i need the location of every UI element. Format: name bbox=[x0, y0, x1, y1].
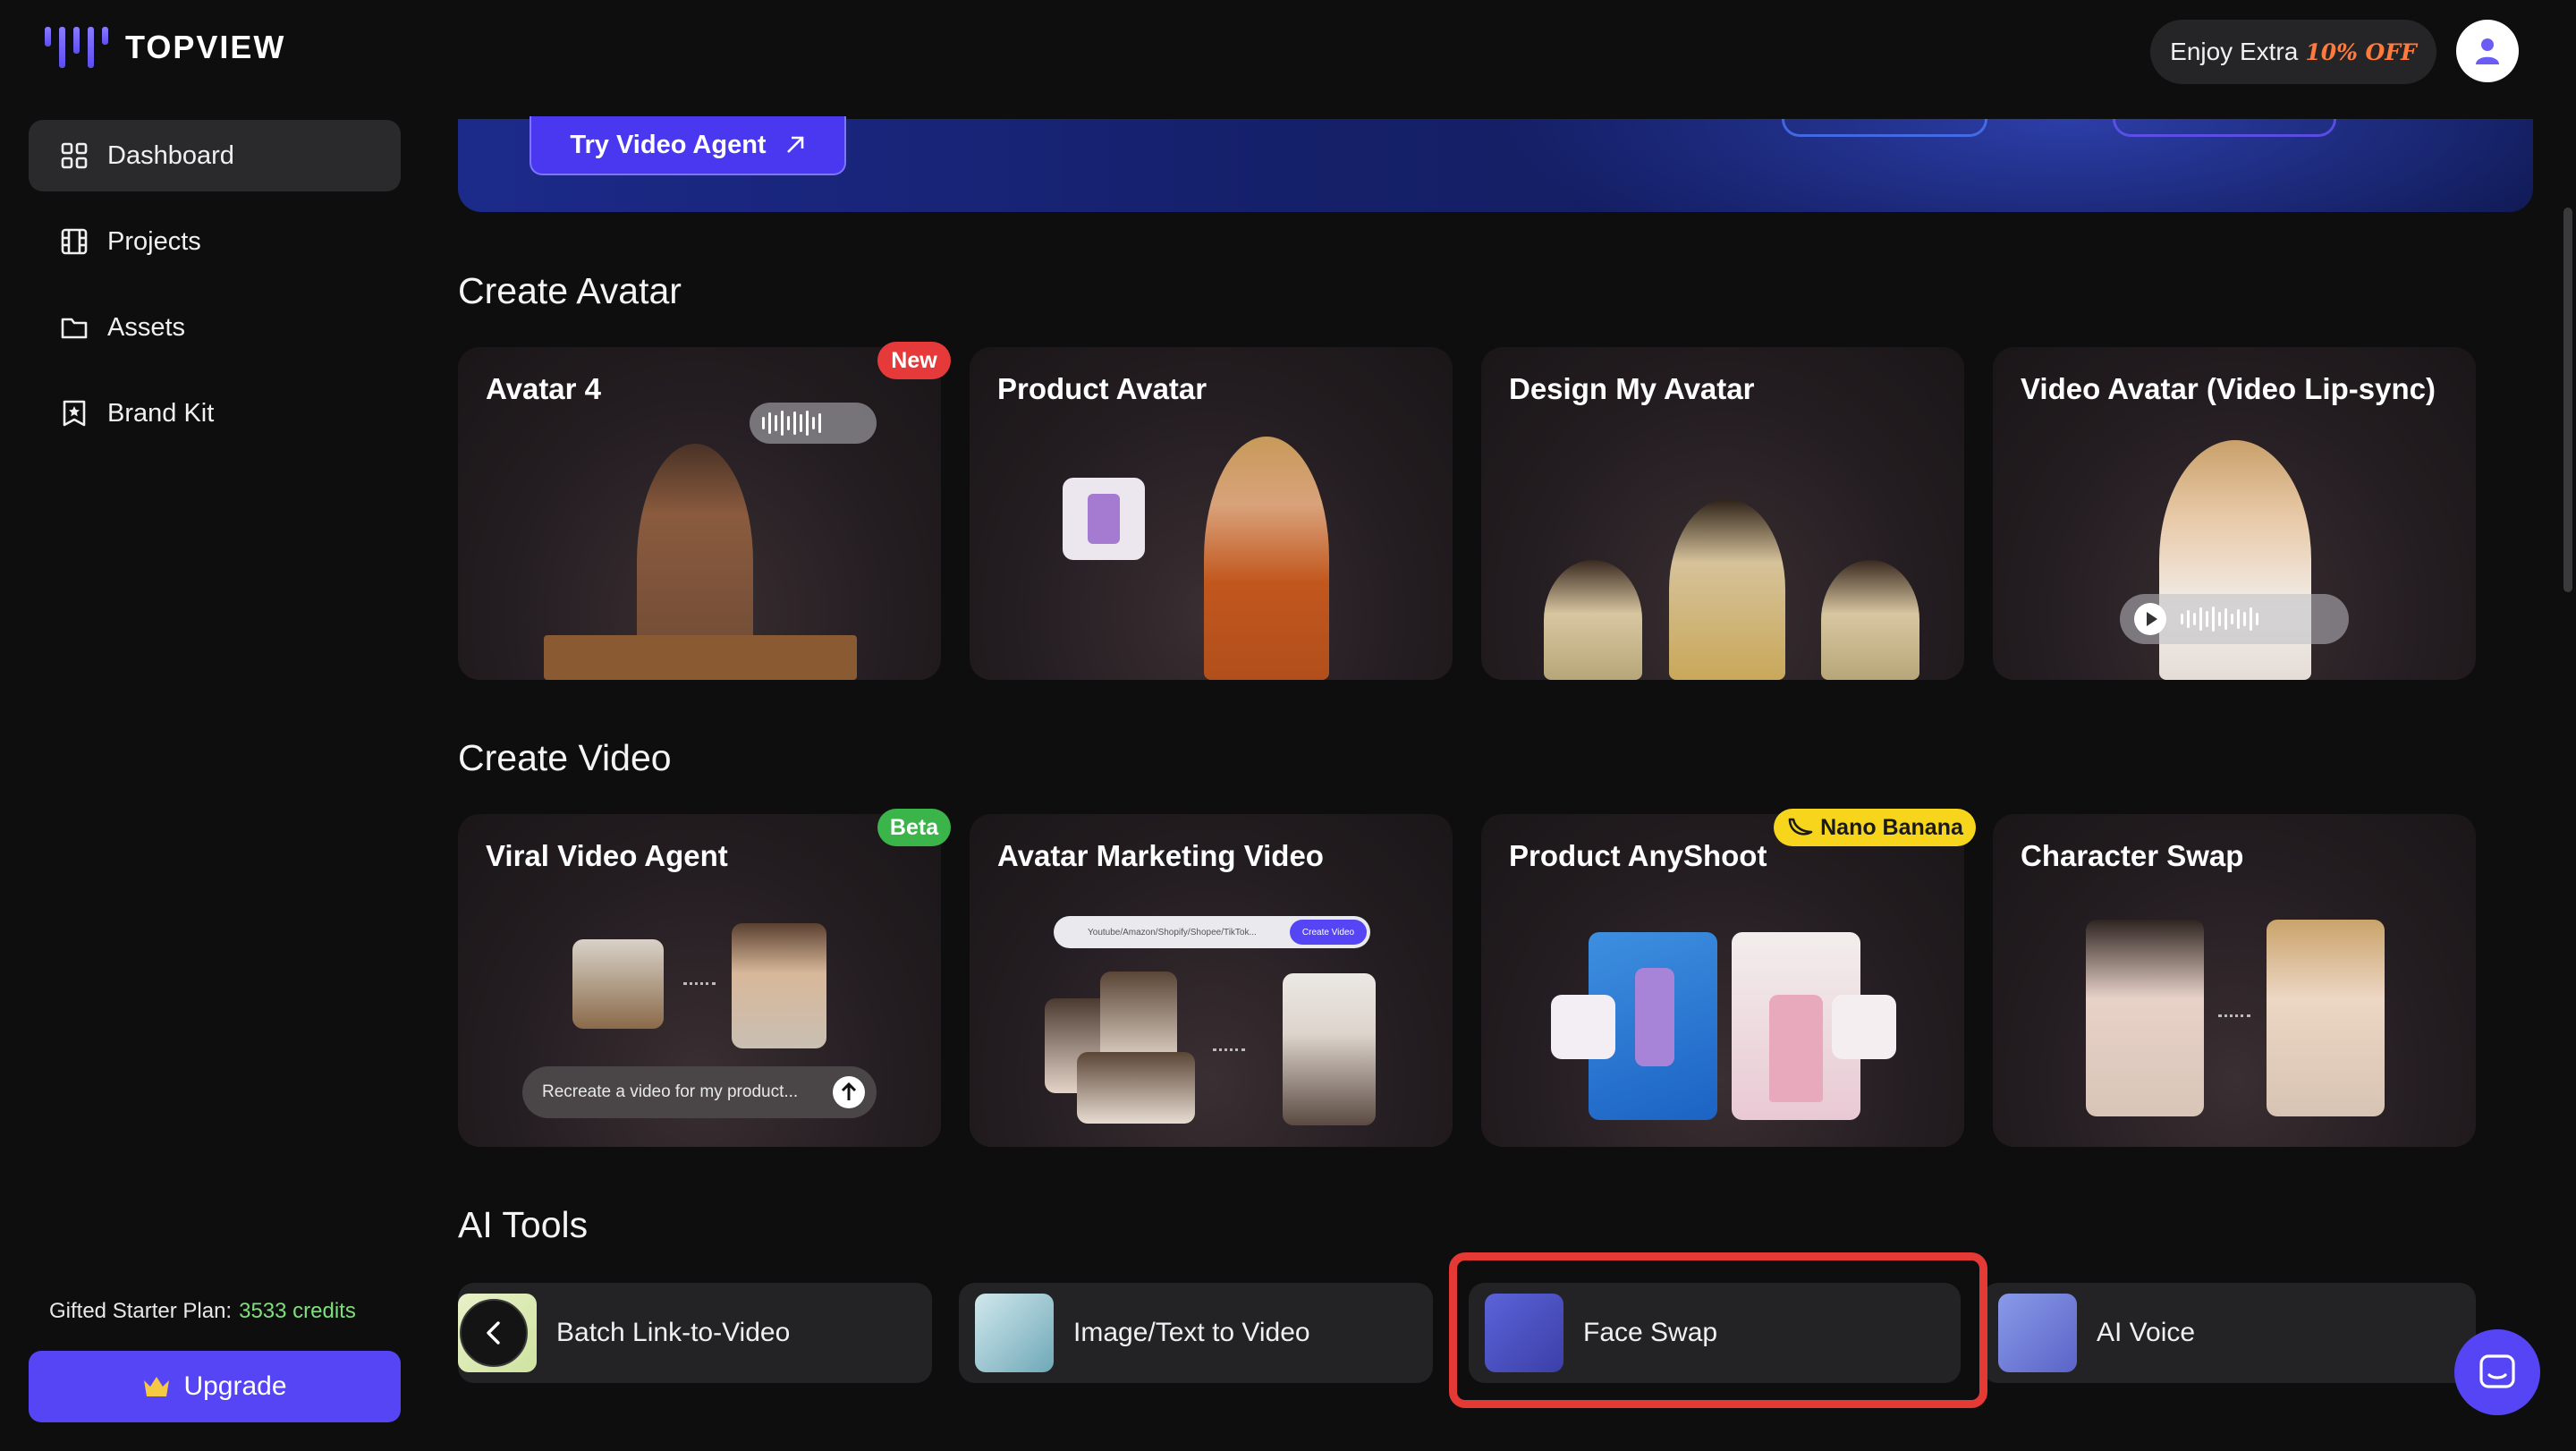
nano-banana-badge: Nano Banana bbox=[1774, 809, 1976, 846]
card-title: Avatar Marketing Video bbox=[997, 839, 1324, 872]
star-badge-icon bbox=[59, 398, 89, 429]
card-title: Product AnyShoot bbox=[1509, 839, 1767, 872]
tool-label: Image/Text to Video bbox=[1073, 1318, 1310, 1347]
folder-icon bbox=[59, 312, 89, 343]
prompt-text: Recreate a video for my product... bbox=[542, 1082, 799, 1101]
support-chat-button[interactable] bbox=[2454, 1329, 2540, 1415]
sidebar-item-label: Dashboard bbox=[107, 140, 234, 170]
card-title: Character Swap bbox=[2021, 839, 2244, 872]
product-thumbnail bbox=[1551, 995, 1615, 1059]
promo-prefix: Enjoy Extra bbox=[2170, 38, 2299, 65]
create-avatar-heading: Create Avatar bbox=[458, 270, 682, 311]
carousel-back-button[interactable] bbox=[460, 1299, 528, 1367]
sidebar-item-assets[interactable]: Assets bbox=[29, 292, 401, 363]
promo-highlight: 10% OFF bbox=[2305, 38, 2417, 65]
sidebar-item-dashboard[interactable]: Dashboard bbox=[29, 120, 401, 191]
tool-label: Batch Link-to-Video bbox=[556, 1318, 791, 1347]
chat-icon bbox=[2479, 1354, 2515, 1388]
connector-dots bbox=[1213, 1048, 1245, 1051]
create-video-chip: Create Video bbox=[1290, 920, 1367, 945]
plan-info: Gifted Starter Plan: 3533 credits bbox=[49, 1299, 356, 1324]
sidebar-item-brand-kit[interactable]: Brand Kit bbox=[29, 378, 401, 449]
avatar-preview-image bbox=[1544, 560, 1642, 680]
film-icon bbox=[59, 226, 89, 257]
source-video-thumbnail bbox=[572, 939, 664, 1029]
avatar-preview-image bbox=[1669, 499, 1785, 680]
new-badge: New bbox=[877, 342, 951, 379]
marketing-video-thumbnail bbox=[1283, 973, 1376, 1125]
card-avatar-4[interactable]: Avatar 4 bbox=[458, 347, 941, 680]
sidebar-item-label: Brand Kit bbox=[107, 398, 215, 428]
card-video-avatar-lip-sync[interactable]: Video Avatar (Video Lip-sync) bbox=[1993, 347, 2476, 680]
ai-voice-thumbnail bbox=[1998, 1294, 2077, 1372]
original-character-image bbox=[2086, 920, 2204, 1116]
banana-icon bbox=[1788, 818, 1813, 836]
card-title: Product Avatar bbox=[997, 372, 1208, 405]
create-video-heading: Create Video bbox=[458, 737, 672, 778]
prompt-input-preview: Recreate a video for my product... bbox=[522, 1066, 877, 1118]
sidebar-item-label: Projects bbox=[107, 226, 201, 256]
chevron-left-icon bbox=[487, 1321, 500, 1345]
url-text: Youtube/Amazon/Shopify/Shopee/TikTok... bbox=[1088, 927, 1257, 938]
card-title: Avatar 4 bbox=[486, 372, 602, 405]
upgrade-button[interactable]: Upgrade bbox=[29, 1351, 401, 1422]
connector-dots bbox=[2218, 1014, 2250, 1017]
page-scrollbar[interactable] bbox=[2563, 208, 2572, 592]
card-character-swap[interactable]: Character Swap bbox=[1993, 814, 2476, 1147]
card-design-my-avatar[interactable]: Design My Avatar bbox=[1481, 347, 1964, 680]
try-video-agent-label: Try Video Agent bbox=[570, 130, 767, 159]
user-avatar-button[interactable] bbox=[2456, 20, 2519, 82]
voice-wave-pill bbox=[750, 403, 877, 444]
tool-ai-voice[interactable]: AI Voice bbox=[1982, 1283, 2476, 1383]
card-title: Video Avatar (Video Lip-sync) bbox=[2021, 372, 2436, 405]
play-icon bbox=[2134, 603, 2166, 635]
product-thumbnail bbox=[1063, 478, 1145, 560]
hero-decoration bbox=[1782, 119, 1987, 137]
card-viral-video-agent[interactable]: Viral Video Agent Recreate a video for m… bbox=[458, 814, 941, 1147]
grid-icon bbox=[59, 140, 89, 171]
user-icon bbox=[2476, 38, 2499, 64]
plan-label: Gifted Starter Plan: bbox=[49, 1299, 233, 1323]
tool-batch-link-to-video[interactable]: Batch Link-to-Video bbox=[458, 1283, 932, 1383]
avatar-thumbnail bbox=[1077, 1052, 1195, 1124]
upgrade-label: Upgrade bbox=[183, 1371, 287, 1401]
topview-logo[interactable]: TOPVIEW bbox=[45, 27, 285, 68]
logo-text: TOPVIEW bbox=[125, 29, 286, 65]
product-thumbnail bbox=[1832, 995, 1896, 1059]
face-swap-highlight-box bbox=[1449, 1252, 1987, 1408]
card-product-anyshoot[interactable]: Product AnyShoot bbox=[1481, 814, 1964, 1147]
try-video-agent-button[interactable]: Try Video Agent bbox=[530, 116, 846, 175]
image-text-thumbnail bbox=[975, 1294, 1054, 1372]
card-avatar-marketing-video[interactable]: Avatar Marketing Video Youtube/Amazon/Sh… bbox=[970, 814, 1453, 1147]
voice-wave-pill bbox=[2120, 594, 2349, 644]
crown-icon bbox=[144, 1377, 170, 1396]
ai-tools-heading: AI Tools bbox=[458, 1204, 589, 1245]
beta-badge: Beta bbox=[877, 809, 951, 846]
promo-discount-button[interactable]: Enjoy Extra 10% OFF bbox=[2150, 20, 2436, 84]
arrow-up-right-icon bbox=[786, 136, 803, 153]
logo-mark-icon bbox=[45, 27, 109, 68]
swapped-character-image bbox=[2267, 920, 2385, 1116]
arrow-up-icon bbox=[833, 1076, 865, 1108]
card-title: Viral Video Agent bbox=[486, 839, 728, 872]
hero-decoration bbox=[2113, 119, 2336, 137]
result-video-thumbnail bbox=[732, 923, 826, 1048]
avatar-preview-image bbox=[1204, 437, 1329, 680]
sidebar-nav: Dashboard Projects Assets Brand Kit bbox=[29, 120, 401, 463]
card-product-avatar[interactable]: Product Avatar bbox=[970, 347, 1453, 680]
tool-image-text-to-video[interactable]: Image/Text to Video bbox=[959, 1283, 1433, 1383]
badge-label: Nano Banana bbox=[1820, 814, 1963, 840]
tool-label: AI Voice bbox=[2097, 1318, 2196, 1347]
plan-credits: 3533 credits bbox=[239, 1299, 356, 1323]
connector-dots bbox=[683, 982, 716, 985]
card-title: Design My Avatar bbox=[1509, 372, 1755, 405]
desk-graphic bbox=[544, 635, 857, 680]
sidebar-item-label: Assets bbox=[107, 312, 186, 342]
avatar-preview-image bbox=[1821, 560, 1919, 680]
sidebar-item-projects[interactable]: Projects bbox=[29, 206, 401, 277]
url-input-preview: Youtube/Amazon/Shopify/Shopee/TikTok... … bbox=[1054, 916, 1370, 948]
